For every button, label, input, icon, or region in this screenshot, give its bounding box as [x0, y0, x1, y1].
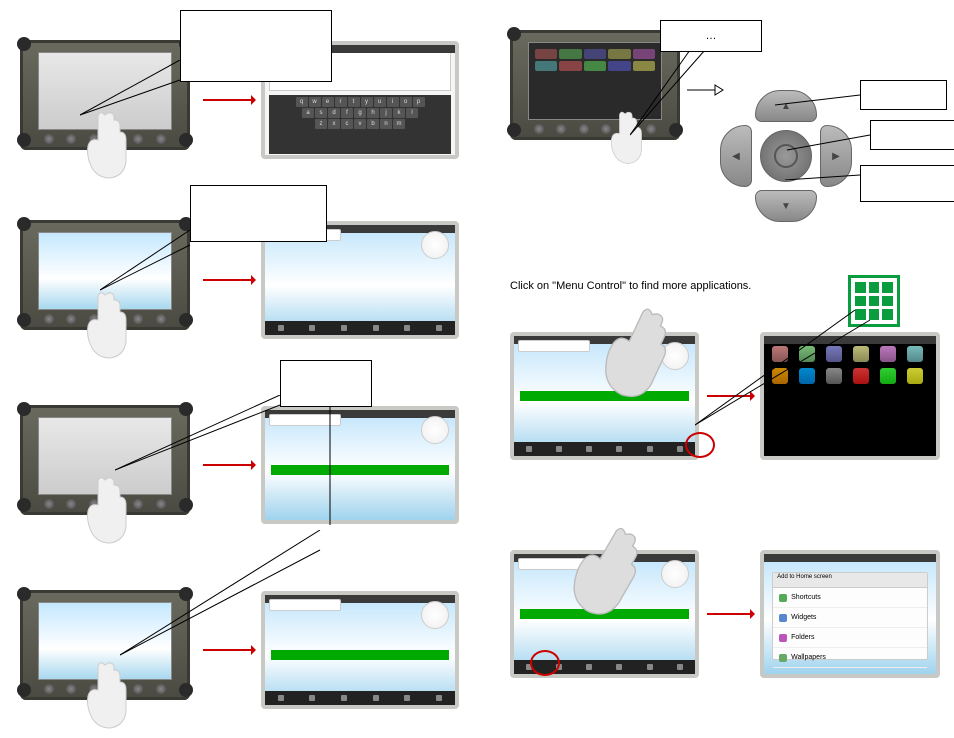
callout-pointer	[695, 310, 875, 430]
key-y[interactable]: y	[361, 97, 373, 107]
key-z[interactable]: z	[315, 119, 327, 129]
key-n[interactable]: n	[380, 119, 392, 129]
key-e[interactable]: e	[322, 97, 334, 107]
key-c[interactable]: c	[341, 119, 353, 129]
menu-item[interactable]: Shortcuts	[773, 588, 927, 608]
menu-item[interactable]: Widgets	[773, 608, 927, 628]
key-k[interactable]: k	[393, 108, 405, 118]
key-x[interactable]: x	[328, 119, 340, 129]
key-w[interactable]: w	[309, 97, 321, 107]
key-q[interactable]: q	[296, 97, 308, 107]
key-j[interactable]: j	[380, 108, 392, 118]
key-b[interactable]: b	[367, 119, 379, 129]
finger-icon	[80, 660, 130, 730]
key-v[interactable]: v	[354, 119, 366, 129]
result-context-menu: Add to Home screen Shortcuts Widgets Fol…	[760, 550, 940, 678]
connector-line	[310, 405, 350, 525]
key-t[interactable]: t	[348, 97, 360, 107]
menu-header: Add to Home screen	[773, 573, 927, 588]
callout-pointer	[120, 530, 330, 660]
menu-item[interactable]: Wallpapers	[773, 648, 927, 668]
key-i[interactable]: i	[387, 97, 399, 107]
dpad-down-button[interactable]: ▼	[755, 190, 817, 222]
arrow-icon	[707, 613, 752, 615]
key-h[interactable]: h	[367, 108, 379, 118]
key-d[interactable]: d	[328, 108, 340, 118]
callout-box	[870, 120, 954, 150]
callout-box	[860, 80, 947, 110]
finger-icon	[80, 290, 130, 360]
callout-box	[860, 165, 954, 202]
finger-icon	[80, 110, 130, 180]
key-f[interactable]: f	[341, 108, 353, 118]
key-l[interactable]: l	[406, 108, 418, 118]
onscreen-keyboard[interactable]: qwertyuiop asdfghjkl zxcvbnm	[269, 95, 451, 154]
callout-pointer	[765, 90, 875, 180]
highlight-circle	[685, 432, 715, 458]
callout-box: …	[660, 20, 762, 52]
arrow-icon	[203, 279, 253, 281]
callout-pointer	[115, 395, 295, 480]
key-m[interactable]: m	[393, 119, 405, 129]
highlight-circle	[530, 650, 560, 676]
callout-box	[280, 360, 372, 407]
arrow-icon	[203, 99, 253, 101]
key-r[interactable]: r	[335, 97, 347, 107]
key-p[interactable]: p	[413, 97, 425, 107]
key-g[interactable]: g	[354, 108, 366, 118]
key-u[interactable]: u	[374, 97, 386, 107]
key-s[interactable]: s	[315, 108, 327, 118]
menu-item[interactable]: Folders	[773, 628, 927, 648]
callout-box	[180, 10, 332, 82]
callout-pointer	[630, 45, 730, 145]
callout-box	[190, 185, 327, 242]
key-a[interactable]: a	[302, 108, 314, 118]
key-o[interactable]: o	[400, 97, 412, 107]
